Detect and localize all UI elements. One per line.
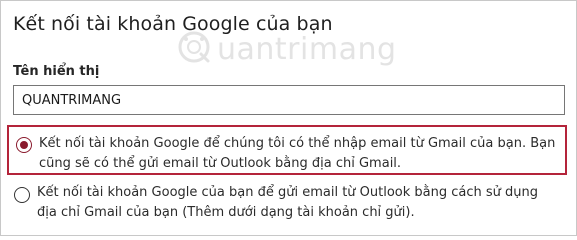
option-import-email-label: Kết nối tài khoản Google để chúng tôi có… bbox=[39, 136, 556, 171]
watermark-text: uantrimang bbox=[217, 31, 397, 67]
display-name-label: Tên hiển thị bbox=[13, 64, 100, 79]
watermark: uantrimang bbox=[177, 29, 397, 69]
option-import-email[interactable]: Kết nối tài khoản Google để chúng tôi có… bbox=[7, 125, 567, 175]
radio-selected-dot bbox=[20, 141, 28, 149]
option-send-only[interactable]: Kết nối tài khoản Google của bạn để gửi … bbox=[7, 180, 567, 226]
display-name-input[interactable] bbox=[13, 85, 565, 115]
connect-google-account-dialog: Kết nối tài khoản Google của bạn uantrim… bbox=[1, 1, 576, 235]
radio-button-unselected[interactable] bbox=[14, 187, 30, 203]
option-send-only-label: Kết nối tài khoản Google của bạn để gửi … bbox=[37, 185, 539, 220]
radio-button-selected[interactable] bbox=[16, 137, 32, 153]
quantrimang-logo-icon bbox=[177, 30, 211, 68]
